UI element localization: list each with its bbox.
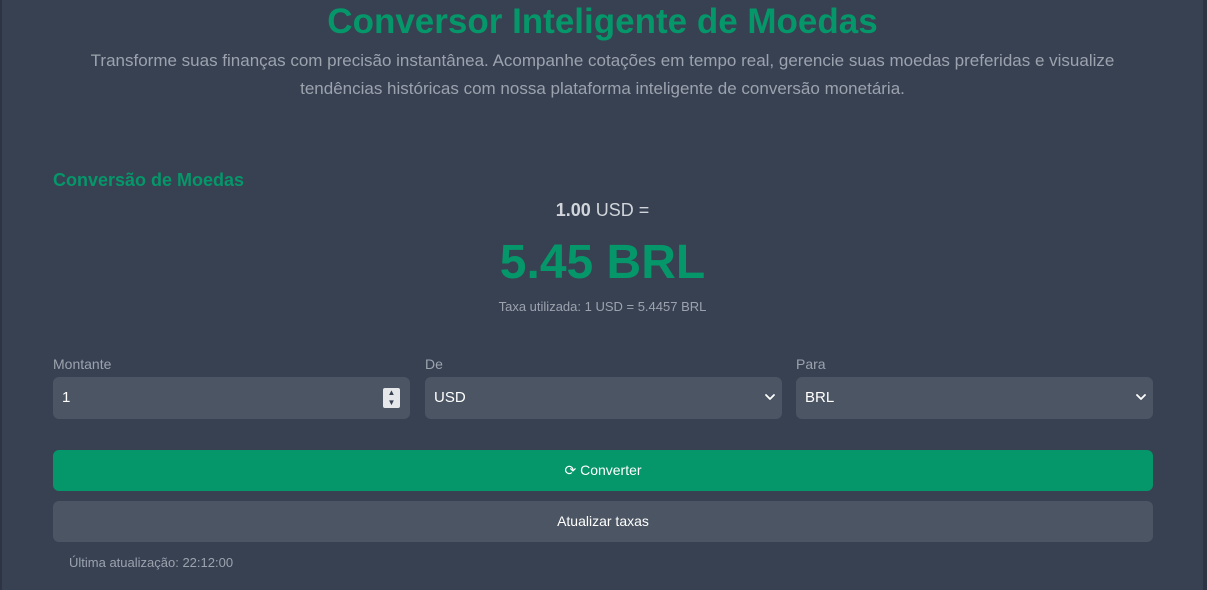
source-amount: 1.00 [555,200,591,220]
stepper-down-icon[interactable]: ▼ [383,398,400,408]
number-stepper-icon[interactable]: ▲ ▼ [383,388,400,408]
to-currency-value: BRL [805,389,835,406]
page-subtitle: Transforme suas finanças com precisão in… [90,51,1115,98]
refresh-icon: ⟳ [564,462,577,478]
chevron-down-icon [1136,394,1146,400]
converter-page: Conversor Inteligente de Moedas Transfor… [2,0,1203,590]
stepper-up-icon[interactable]: ▲ [383,388,400,398]
from-currency-label: De [425,356,443,372]
rate-used-text: Taxa utilizada: 1 USD = 5.4457 BRL [498,299,707,314]
chevron-down-icon [765,394,775,400]
to-currency-label: Para [796,356,826,372]
amount-value: 1 [62,389,71,406]
amount-label: Montante [53,356,112,372]
section-title: Conversão de Moedas [53,170,245,190]
page-title: Conversor Inteligente de Moedas [327,2,878,41]
from-currency-select[interactable]: USD [425,377,782,419]
conversion-result: 5.45 BRL [499,236,706,289]
source-currency: USD = [595,200,650,220]
convert-button-label: Converter [580,462,642,478]
convert-button[interactable]: ⟳ Converter [53,450,1153,491]
to-currency-select[interactable]: BRL [796,377,1153,419]
update-rates-button[interactable]: Atualizar taxas [53,501,1153,542]
last-update-text: Última atualização: 22:12:00 [69,555,234,570]
conversion-source-line: 1.00 USD = [2,198,1203,222]
amount-input[interactable]: 1 ▲ ▼ [53,377,410,419]
from-currency-value: USD [434,389,466,406]
